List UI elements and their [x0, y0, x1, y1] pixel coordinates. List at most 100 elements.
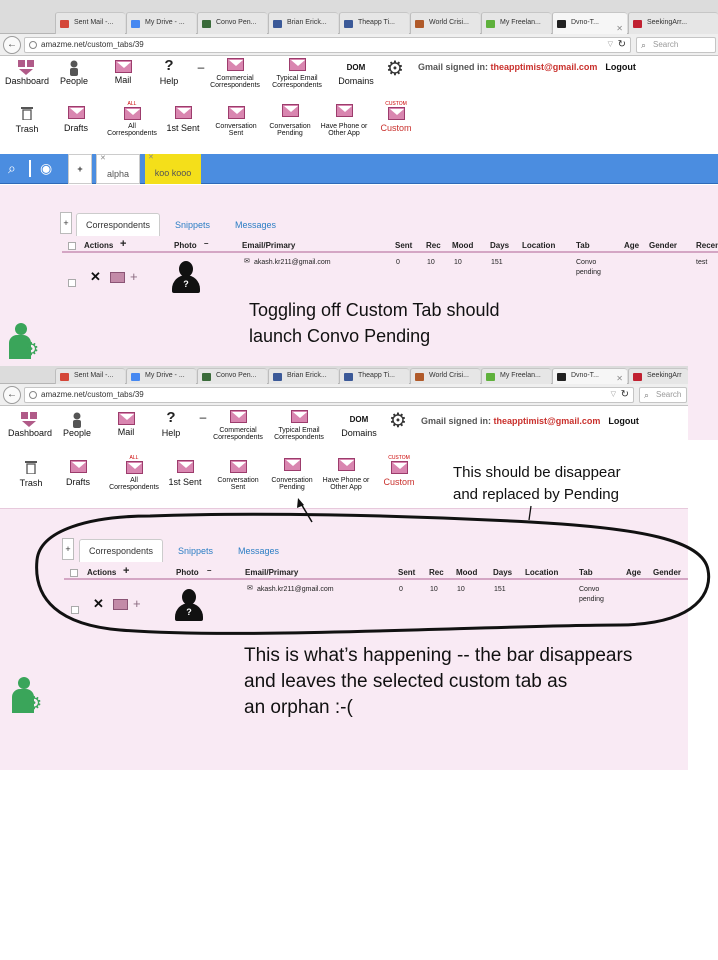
nav-mail[interactable]: Mail — [108, 60, 138, 85]
nav-help[interactable]: ? Help — [157, 410, 185, 439]
cell-email[interactable]: akash.kr211@gmail.com — [257, 586, 334, 593]
filter-tab-koo[interactable]: ✕ koo kooo — [145, 154, 201, 184]
settings-gear[interactable]: ⚙ — [385, 56, 405, 81]
nav-drafts[interactable]: Drafts — [60, 460, 96, 487]
add-action-icon[interactable]: + — [120, 238, 126, 250]
back-button[interactable]: ← — [3, 386, 21, 404]
tab-correspondents[interactable]: Correspondents — [76, 213, 161, 236]
browser-tab[interactable]: Theapp Ti... — [339, 12, 409, 34]
settings-gear[interactable]: ⚙ — [388, 408, 408, 433]
url-field[interactable]: amazme.net/custom_tabs/39 ▽ ↻ — [24, 37, 631, 53]
nav-first-sent[interactable]: 1st Sent — [165, 460, 205, 487]
browser-tab[interactable]: Theapp Ti... — [339, 368, 409, 384]
browser-tab[interactable]: World Crisi... — [410, 368, 480, 384]
close-icon[interactable]: ✕ — [148, 139, 154, 177]
cell-email[interactable]: akash.kr211@gmail.com — [254, 259, 331, 266]
back-button[interactable]: ← — [3, 36, 21, 54]
browser-tab[interactable]: My Freelan... — [481, 12, 551, 34]
add-subtab-button[interactable]: + — [60, 212, 72, 234]
nav-commercial[interactable]: Commercial Correspondents — [203, 58, 267, 89]
nav-drafts[interactable]: Drafts — [58, 106, 94, 133]
browser-tab[interactable]: Brian Erick... — [268, 12, 338, 34]
browser-tab[interactable]: Brian Erick... — [268, 368, 338, 384]
tab-snippets[interactable]: Snippets — [178, 546, 213, 556]
nav-first-sent[interactable]: 1st Sent — [163, 106, 203, 133]
nav-all-correspondents[interactable]: ALL All Correspondents — [106, 456, 162, 492]
nav-have-phone[interactable]: Have Phone or Other App — [318, 104, 370, 137]
add-subtab-button[interactable]: + — [62, 538, 74, 560]
nav-custom[interactable]: CUSTOM Custom — [374, 102, 418, 134]
nav-conversation-pending[interactable]: Conversation Pending — [264, 104, 316, 137]
settings-person-icon[interactable]: ⚙ — [9, 323, 39, 361]
browser-tab[interactable]: My Freelan... — [481, 368, 551, 384]
browser-tab[interactable]: Convo Pen... — [197, 368, 267, 384]
collapse-photo-icon[interactable]: – — [204, 239, 208, 248]
nav-trash[interactable]: Trash — [12, 460, 50, 488]
tab-messages[interactable]: Messages — [235, 220, 276, 230]
annotation-line: and replaced by Pending — [453, 486, 619, 503]
nav-people[interactable]: People — [56, 60, 92, 86]
col-age: Age — [624, 241, 640, 250]
nav-conversation-pending[interactable]: Conversation Pending — [266, 458, 318, 491]
browser-tab[interactable]: Convo Pen... — [197, 12, 267, 34]
tab-correspondents[interactable]: Correspondents — [79, 539, 164, 562]
browser-tab[interactable]: SeekingArr — [628, 368, 688, 384]
logout-link[interactable]: Logout — [605, 62, 636, 72]
add-icon[interactable]: + — [133, 596, 141, 611]
browser-tab[interactable]: Sent Mail -... — [55, 12, 125, 34]
row-checkbox[interactable] — [71, 606, 79, 614]
add-filter-tab-button[interactable]: + — [68, 154, 92, 184]
browser-tab[interactable]: My Drive - ... — [126, 12, 196, 34]
browser-tab[interactable]: SeekingArr... — [628, 12, 718, 34]
mail-icon[interactable] — [113, 599, 128, 610]
select-all-checkbox[interactable] — [68, 242, 76, 250]
nav-have-phone[interactable]: Have Phone or Other App — [320, 458, 372, 491]
nav-conversation-sent[interactable]: Conversation Sent — [210, 106, 262, 137]
add-action-icon[interactable]: + — [123, 565, 129, 577]
browser-tab-active[interactable]: Dvno-T... ✕ — [552, 12, 627, 34]
nav-people[interactable]: People — [59, 412, 95, 438]
nav-domains[interactable]: DOM Domains — [336, 416, 382, 439]
select-all-checkbox[interactable] — [70, 569, 78, 577]
dropdown-icon[interactable]: ▽ — [611, 388, 616, 402]
close-icon[interactable]: ✕ — [616, 19, 623, 35]
nav-custom[interactable]: CUSTOM Custom — [377, 456, 421, 488]
tab-messages[interactable]: Messages — [238, 546, 279, 556]
tab-snippets[interactable]: Snippets — [175, 220, 210, 230]
nav-all-correspondents[interactable]: ALL All Correspondents — [104, 102, 160, 138]
row-checkbox[interactable] — [68, 279, 76, 287]
collapse-photo-icon[interactable]: – — [207, 566, 211, 575]
filter-tab-alpha[interactable]: ✕ alpha — [96, 154, 140, 184]
dropdown-icon[interactable]: ▽ — [608, 38, 613, 52]
mail-icon[interactable] — [110, 272, 125, 283]
nav-trash[interactable]: Trash — [8, 106, 46, 134]
settings-person-icon[interactable]: ⚙ — [12, 677, 42, 715]
browser-tab[interactable]: Sent Mail -... — [55, 368, 125, 384]
url-field[interactable]: amazme.net/custom_tabs/39 ▽ ↻ — [24, 387, 634, 403]
search-icon[interactable]: ⌕ — [8, 160, 16, 177]
reload-icon[interactable]: ↻ — [618, 38, 626, 52]
delete-icon[interactable]: ✕ — [93, 596, 104, 612]
browser-tab[interactable]: My Drive - ... — [126, 368, 196, 384]
nav-help[interactable]: ? Help — [155, 58, 183, 87]
close-icon[interactable]: ✕ — [100, 140, 106, 178]
add-icon[interactable]: + — [130, 269, 138, 284]
nav-mail[interactable]: Mail — [111, 412, 141, 437]
browser-tab-active[interactable]: Dvno-T... ✕ — [552, 368, 627, 384]
logout-link[interactable]: Logout — [608, 416, 639, 426]
browser-tab[interactable]: World Crisi... — [410, 12, 480, 34]
nav-commercial[interactable]: Commercial Correspondents — [206, 410, 270, 441]
nav-dashboard[interactable]: Dashboard — [3, 60, 51, 86]
delete-icon[interactable]: ✕ — [90, 269, 101, 285]
nav-typical[interactable]: Typical Email Correspondents — [268, 410, 330, 441]
nav-domains[interactable]: DOM Domains — [333, 64, 379, 87]
search-input[interactable]: ⌕ Search — [636, 37, 716, 53]
search-input[interactable]: ⌕ Search — [639, 387, 687, 403]
reload-icon[interactable]: ↻ — [621, 388, 629, 402]
gmail-email: theapptimist@gmail.com — [490, 62, 598, 72]
eye-icon[interactable]: ◉ — [40, 160, 52, 177]
nav-dashboard[interactable]: Dashboard — [6, 412, 54, 438]
nav-conversation-sent[interactable]: Conversation Sent — [212, 460, 264, 491]
close-icon[interactable]: ✕ — [616, 372, 623, 385]
nav-typical[interactable]: Typical Email Correspondents — [266, 58, 328, 89]
